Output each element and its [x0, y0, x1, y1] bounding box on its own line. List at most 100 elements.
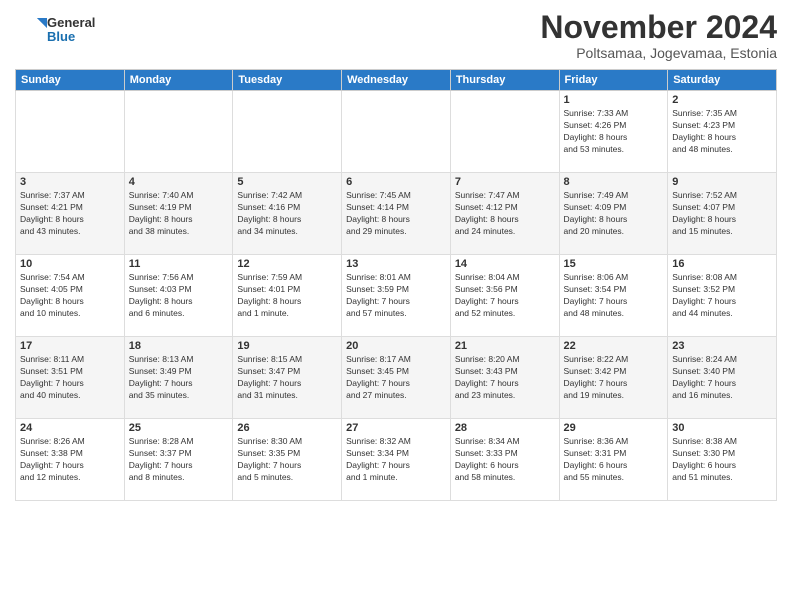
header: General Blue November 2024 Poltsamaa, Jo… — [15, 10, 777, 61]
cell-week4-day0: 17 Sunrise: 8:11 AM Sunset: 3:51 PM Dayli… — [16, 337, 125, 419]
cell-week4-day3: 20Sunrise: 8:17 AM Sunset: 3:45 PM Dayli… — [342, 337, 451, 419]
cell-week1-day4 — [450, 91, 559, 173]
day-info: Sunrise: 7:52 AM Sunset: 4:07 PM Dayligh… — [672, 190, 772, 238]
day-info: Sunrise: 7:37 AM Sunset: 4:21 PM Dayligh… — [20, 190, 120, 238]
day-number: 30 — [672, 422, 772, 434]
day-number: 9 — [672, 176, 772, 188]
day-info: Sunrise: 7:33 AM Sunset: 4:26 PM Dayligh… — [564, 108, 664, 156]
cell-week1-day1 — [124, 91, 233, 173]
day-number: 20 — [346, 340, 446, 352]
cell-week2-day1: 4Sunrise: 7:40 AM Sunset: 4:19 PM Daylig… — [124, 173, 233, 255]
day-number: 16 — [672, 258, 772, 270]
cell-week2-day2: 5 Sunrise: 7:42 AM Sunset: 4:16 PM Daylig… — [233, 173, 342, 255]
cell-week4-day5: 22 Sunrise: 8:22 AM Sunset: 3:42 PM Dayli… — [559, 337, 668, 419]
day-number: 2 — [672, 94, 772, 106]
day-number: 1 — [564, 94, 664, 106]
calendar-body: 1 Sunrise: 7:33 AM Sunset: 4:26 PM Daylig… — [16, 91, 777, 501]
day-number: 4 — [129, 176, 229, 188]
day-info: Sunrise: 8:06 AM Sunset: 3:54 PM Dayligh… — [564, 272, 664, 320]
cell-week5-day2: 26 Sunrise: 8:30 AM Sunset: 3:35 PM Dayli… — [233, 419, 342, 501]
cell-week4-day6: 23 Sunrise: 8:24 AM Sunset: 3:40 PM Dayli… — [668, 337, 777, 419]
day-number: 25 — [129, 422, 229, 434]
cell-week3-day1: 11 Sunrise: 7:56 AM Sunset: 4:03 PM Dayli… — [124, 255, 233, 337]
day-number: 8 — [564, 176, 664, 188]
day-number: 23 — [672, 340, 772, 352]
day-info: Sunrise: 8:38 AM Sunset: 3:30 PM Dayligh… — [672, 436, 772, 484]
cell-week5-day0: 24 Sunrise: 8:26 AM Sunset: 3:38 PM Dayli… — [16, 419, 125, 501]
cell-week2-day6: 9 Sunrise: 7:52 AM Sunset: 4:07 PM Daylig… — [668, 173, 777, 255]
cell-week2-day4: 7 Sunrise: 7:47 AM Sunset: 4:12 PM Daylig… — [450, 173, 559, 255]
cell-week2-day0: 3 Sunrise: 7:37 AM Sunset: 4:21 PM Daylig… — [16, 173, 125, 255]
day-info: Sunrise: 7:54 AM Sunset: 4:05 PM Dayligh… — [20, 272, 120, 320]
day-number: 12 — [237, 258, 337, 270]
cell-week5-day5: 29Sunrise: 8:36 AM Sunset: 3:31 PM Dayli… — [559, 419, 668, 501]
cell-week2-day3: 6 Sunrise: 7:45 AM Sunset: 4:14 PM Daylig… — [342, 173, 451, 255]
day-info: Sunrise: 8:32 AM Sunset: 3:34 PM Dayligh… — [346, 436, 446, 484]
week-row-2: 3 Sunrise: 7:37 AM Sunset: 4:21 PM Daylig… — [16, 173, 777, 255]
day-info: Sunrise: 8:28 AM Sunset: 3:37 PM Dayligh… — [129, 436, 229, 484]
day-number: 5 — [237, 176, 337, 188]
header-tuesday: Tuesday — [233, 70, 342, 91]
cell-week4-day1: 18 Sunrise: 8:13 AM Sunset: 3:49 PM Dayli… — [124, 337, 233, 419]
day-info: Sunrise: 8:08 AM Sunset: 3:52 PM Dayligh… — [672, 272, 772, 320]
location: Poltsamaa, Jogevamaa, Estonia — [540, 45, 777, 61]
day-info: Sunrise: 7:47 AM Sunset: 4:12 PM Dayligh… — [455, 190, 555, 238]
week-row-3: 10 Sunrise: 7:54 AM Sunset: 4:05 PM Dayli… — [16, 255, 777, 337]
cell-week3-day4: 14Sunrise: 8:04 AM Sunset: 3:56 PM Dayli… — [450, 255, 559, 337]
header-thursday: Thursday — [450, 70, 559, 91]
day-info: Sunrise: 8:11 AM Sunset: 3:51 PM Dayligh… — [20, 354, 120, 402]
calendar-table: SundayMondayTuesdayWednesdayThursdayFrid… — [15, 69, 777, 501]
day-info: Sunrise: 8:30 AM Sunset: 3:35 PM Dayligh… — [237, 436, 337, 484]
day-number: 18 — [129, 340, 229, 352]
week-row-5: 24 Sunrise: 8:26 AM Sunset: 3:38 PM Dayli… — [16, 419, 777, 501]
day-number: 15 — [564, 258, 664, 270]
day-number: 22 — [564, 340, 664, 352]
cell-week1-day0 — [16, 91, 125, 173]
day-number: 19 — [237, 340, 337, 352]
cell-week4-day2: 19 Sunrise: 8:15 AM Sunset: 3:47 PM Dayli… — [233, 337, 342, 419]
day-info: Sunrise: 7:49 AM Sunset: 4:09 PM Dayligh… — [564, 190, 664, 238]
day-number: 28 — [455, 422, 555, 434]
day-number: 6 — [346, 176, 446, 188]
logo-blue: Blue — [47, 30, 95, 44]
cell-week3-day0: 10 Sunrise: 7:54 AM Sunset: 4:05 PM Dayli… — [16, 255, 125, 337]
day-number: 29 — [564, 422, 664, 434]
day-info: Sunrise: 8:15 AM Sunset: 3:47 PM Dayligh… — [237, 354, 337, 402]
day-info: Sunrise: 8:34 AM Sunset: 3:33 PM Dayligh… — [455, 436, 555, 484]
day-info: Sunrise: 7:35 AM Sunset: 4:23 PM Dayligh… — [672, 108, 772, 156]
day-info: Sunrise: 8:13 AM Sunset: 3:49 PM Dayligh… — [129, 354, 229, 402]
title-block: November 2024 Poltsamaa, Jogevamaa, Esto… — [540, 10, 777, 61]
page: General Blue November 2024 Poltsamaa, Jo… — [0, 0, 792, 612]
day-number: 24 — [20, 422, 120, 434]
day-number: 26 — [237, 422, 337, 434]
header-sunday: Sunday — [16, 70, 125, 91]
day-number: 17 — [20, 340, 120, 352]
logo-general: General — [47, 16, 95, 30]
day-info: Sunrise: 7:59 AM Sunset: 4:01 PM Dayligh… — [237, 272, 337, 320]
day-number: 14 — [455, 258, 555, 270]
logo: General Blue — [15, 14, 95, 46]
cell-week4-day4: 21Sunrise: 8:20 AM Sunset: 3:43 PM Dayli… — [450, 337, 559, 419]
day-info: Sunrise: 8:22 AM Sunset: 3:42 PM Dayligh… — [564, 354, 664, 402]
day-info: Sunrise: 7:45 AM Sunset: 4:14 PM Dayligh… — [346, 190, 446, 238]
day-number: 7 — [455, 176, 555, 188]
cell-week5-day4: 28 Sunrise: 8:34 AM Sunset: 3:33 PM Dayli… — [450, 419, 559, 501]
day-info: Sunrise: 7:56 AM Sunset: 4:03 PM Dayligh… — [129, 272, 229, 320]
day-number: 3 — [20, 176, 120, 188]
cell-week1-day2 — [233, 91, 342, 173]
cell-week3-day5: 15 Sunrise: 8:06 AM Sunset: 3:54 PM Dayli… — [559, 255, 668, 337]
day-info: Sunrise: 7:42 AM Sunset: 4:16 PM Dayligh… — [237, 190, 337, 238]
day-info: Sunrise: 8:01 AM Sunset: 3:59 PM Dayligh… — [346, 272, 446, 320]
cell-week2-day5: 8 Sunrise: 7:49 AM Sunset: 4:09 PM Daylig… — [559, 173, 668, 255]
day-info: Sunrise: 8:24 AM Sunset: 3:40 PM Dayligh… — [672, 354, 772, 402]
cell-week3-day2: 12 Sunrise: 7:59 AM Sunset: 4:01 PM Dayli… — [233, 255, 342, 337]
week-row-1: 1 Sunrise: 7:33 AM Sunset: 4:26 PM Daylig… — [16, 91, 777, 173]
day-number: 11 — [129, 258, 229, 270]
day-number: 10 — [20, 258, 120, 270]
logo-svg — [15, 14, 47, 46]
month-title: November 2024 — [540, 10, 777, 45]
day-info: Sunrise: 8:26 AM Sunset: 3:38 PM Dayligh… — [20, 436, 120, 484]
cell-week5-day6: 30 Sunrise: 8:38 AM Sunset: 3:30 PM Dayli… — [668, 419, 777, 501]
cell-week1-day6: 2 Sunrise: 7:35 AM Sunset: 4:23 PM Daylig… — [668, 91, 777, 173]
cell-week3-day6: 16 Sunrise: 8:08 AM Sunset: 3:52 PM Dayli… — [668, 255, 777, 337]
